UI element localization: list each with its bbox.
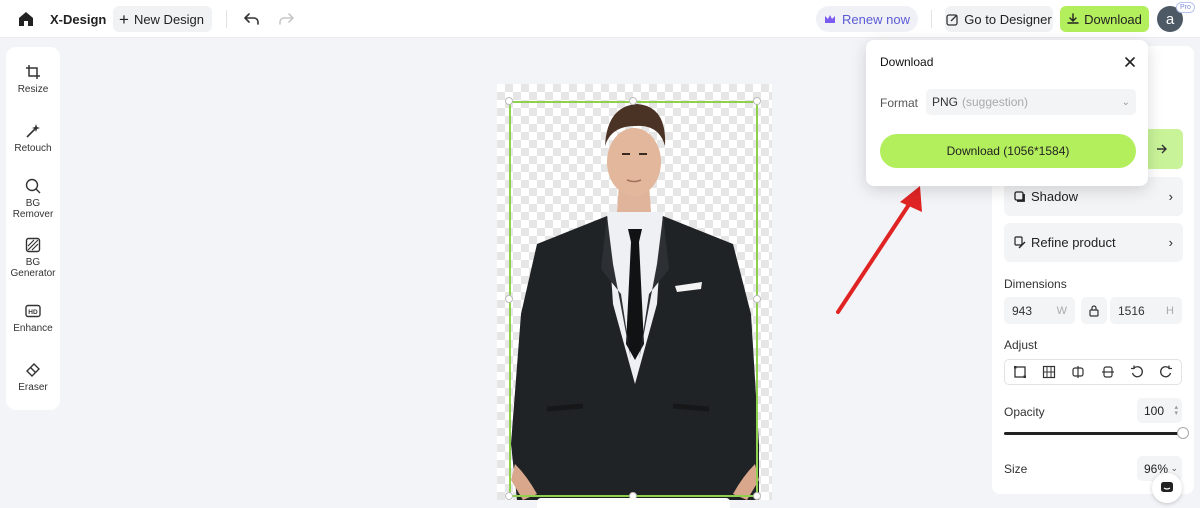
undo-icon[interactable] — [242, 9, 262, 29]
divider — [226, 10, 227, 28]
tool-label: Retouch — [14, 143, 52, 154]
tool-enhance[interactable]: HD Enhance — [6, 303, 60, 334]
tool-rail: Resize Retouch BG Remover BG Generator HD … — [6, 47, 60, 410]
format-label: Format — [880, 96, 919, 110]
magic-wand-icon — [26, 124, 40, 138]
dimensions-label: Dimensions — [1004, 277, 1067, 291]
tool-resize[interactable]: Resize — [6, 64, 60, 95]
popover-title: Download — [880, 55, 934, 69]
crown-icon — [825, 14, 836, 23]
bg-remover-icon — [25, 178, 41, 194]
shadow-label: Shadow — [1031, 189, 1078, 204]
tool-label: BG Generator — [10, 257, 56, 279]
rotate-left-icon[interactable] — [1130, 365, 1144, 379]
format-hint: (suggestion) — [962, 95, 1029, 109]
tool-bg-generator[interactable]: BG Generator — [6, 237, 60, 279]
download-confirm-button[interactable]: Download (1056*1584) — [880, 134, 1136, 168]
tool-retouch[interactable]: Retouch — [6, 123, 60, 154]
width-unit: W — [1056, 304, 1067, 317]
refine-product-label: Refine product — [1031, 235, 1116, 250]
external-edit-icon — [946, 13, 958, 26]
eraser-icon — [26, 363, 40, 377]
lock-icon — [1089, 304, 1099, 317]
width-value: 943 — [1012, 303, 1033, 318]
crop-icon — [26, 65, 40, 79]
resize-handle[interactable] — [753, 295, 761, 303]
stepper-icon: ▴ ▾ — [1174, 403, 1178, 417]
opacity-slider-handle[interactable] — [1177, 427, 1189, 439]
opacity-label: Opacity — [1004, 405, 1045, 419]
chevron-right-icon: › — [1168, 189, 1173, 204]
new-design-button[interactable]: + New Design — [113, 6, 213, 32]
chat-icon — [1161, 482, 1173, 492]
resize-handle[interactable] — [505, 492, 513, 500]
pro-badge: Pro — [1176, 2, 1195, 13]
adjust-toolbar — [1004, 359, 1182, 385]
chevron-down-icon: ⌄ — [1170, 463, 1178, 473]
annotation-arrow — [836, 186, 922, 314]
hd-icon: HD — [25, 304, 41, 318]
flip-horizontal-icon[interactable] — [1071, 365, 1085, 379]
tool-eraser[interactable]: Eraser — [6, 362, 60, 393]
top-bar: X-Design + New Design Renew now Go to De… — [0, 0, 1200, 38]
chevron-right-icon: › — [1168, 235, 1173, 250]
crop-icon[interactable] — [1013, 365, 1027, 379]
redo-icon[interactable] — [276, 9, 296, 29]
tool-label: BG Remover — [12, 198, 54, 220]
svg-text:HD: HD — [28, 309, 38, 316]
rotate-right-icon[interactable] — [1159, 365, 1173, 379]
go-to-designer-label: Go to Designer — [964, 11, 1052, 27]
opacity-field[interactable]: 100 ▴ ▾ — [1137, 398, 1182, 423]
resize-handle[interactable] — [629, 97, 637, 105]
height-value: 1516 — [1118, 303, 1145, 318]
arrow-right-icon — [1156, 144, 1167, 154]
grid-icon[interactable] — [1042, 365, 1056, 379]
format-select[interactable]: PNG (suggestion) ⌄ — [926, 89, 1136, 115]
width-field[interactable]: 943 W — [1004, 297, 1075, 324]
new-design-label: New Design — [133, 11, 205, 27]
refine-icon — [1014, 236, 1026, 249]
opacity-slider[interactable] — [1004, 432, 1182, 435]
plus-icon: + — [119, 9, 129, 29]
refine-product-row[interactable]: Refine product › — [1004, 223, 1183, 262]
tool-label: Resize — [17, 84, 49, 95]
download-button[interactable]: Download — [1060, 6, 1149, 32]
resize-handle[interactable] — [505, 97, 513, 105]
close-icon[interactable] — [1123, 55, 1137, 69]
tool-label: Eraser — [18, 382, 48, 393]
aspect-lock-button[interactable] — [1081, 297, 1107, 324]
home-icon[interactable] — [16, 9, 36, 29]
shadow-icon — [1014, 190, 1025, 202]
chevron-down-icon: ⌄ — [1121, 96, 1130, 108]
adjust-label: Adjust — [1004, 338, 1038, 352]
download-icon — [1067, 13, 1079, 24]
size-label: Size — [1004, 462, 1028, 476]
resize-handle[interactable] — [505, 295, 513, 303]
download-popover: Download Format PNG (suggestion) ⌄ Downl… — [866, 40, 1148, 186]
height-unit: H — [1166, 304, 1174, 317]
bg-generator-icon — [25, 237, 41, 253]
flip-vertical-icon[interactable] — [1101, 365, 1115, 379]
chat-support-button[interactable] — [1152, 473, 1182, 503]
canvas-bottom-bar — [537, 498, 730, 508]
opacity-value: 100 — [1144, 403, 1165, 418]
renew-now-button[interactable]: Renew now — [816, 6, 918, 32]
selection-box[interactable] — [509, 101, 758, 497]
resize-handle[interactable] — [753, 97, 761, 105]
height-field[interactable]: 1516 H — [1110, 297, 1182, 324]
brand-name: X-Design — [50, 12, 107, 27]
divider — [931, 10, 932, 28]
tool-label: Enhance — [13, 323, 53, 334]
format-value: PNG — [932, 95, 959, 109]
go-to-designer-button[interactable]: Go to Designer — [945, 6, 1053, 32]
renew-now-label: Renew now — [842, 11, 910, 27]
download-label: Download — [1084, 11, 1142, 27]
resize-handle[interactable] — [753, 492, 761, 500]
tool-bg-remover[interactable]: BG Remover — [6, 178, 60, 220]
